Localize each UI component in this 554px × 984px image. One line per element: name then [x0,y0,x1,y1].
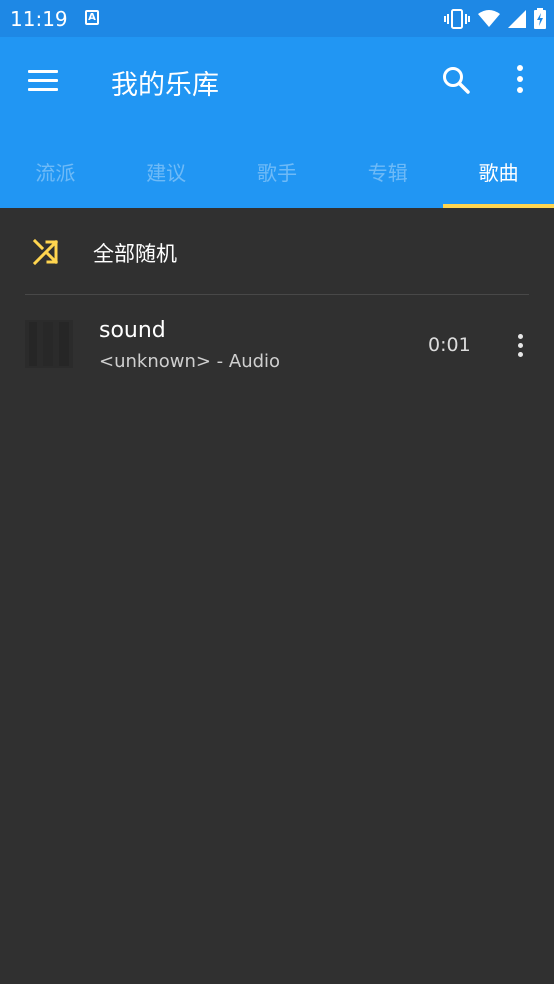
tab-bar: 流派 建议 歌手 专辑 歌曲 [0,141,554,208]
song-more-icon[interactable] [514,334,526,360]
signal-icon [508,9,526,28]
wifi-icon [478,9,500,27]
more-vert-icon[interactable] [512,65,528,97]
tab-songs[interactable]: 歌曲 [443,141,554,208]
song-title: sound [99,318,166,343]
page-title: 我的乐库 [111,70,219,101]
battery-charging-icon [534,8,546,29]
song-row[interactable]: sound <unknown> - Audio 0:01 [0,296,554,392]
shuffle-all-button[interactable]: 全部随机 [0,208,554,295]
divider [25,294,529,295]
song-duration: 0:01 [428,334,471,356]
song-subtitle: <unknown> - Audio [99,351,281,372]
tab-suggestions[interactable]: 建议 [111,141,222,208]
status-time: 11:19 [10,7,68,31]
app-bar: 我的乐库 流派 建议 歌手 专辑 歌曲 [0,37,554,208]
vibrate-icon [444,8,470,29]
status-bar: 11:19 A [0,0,554,37]
hamburger-icon[interactable] [28,70,58,92]
search-icon[interactable] [440,64,472,96]
album-art-icon [25,320,73,368]
status-icons [444,8,546,29]
tab-artists[interactable]: 歌手 [222,141,333,208]
shuffle-all-label: 全部随机 [93,242,177,266]
a-icon: A [85,10,99,25]
tab-genres[interactable]: 流派 [0,141,111,208]
tab-albums[interactable]: 专辑 [332,141,443,208]
shuffle-icon [32,238,59,266]
